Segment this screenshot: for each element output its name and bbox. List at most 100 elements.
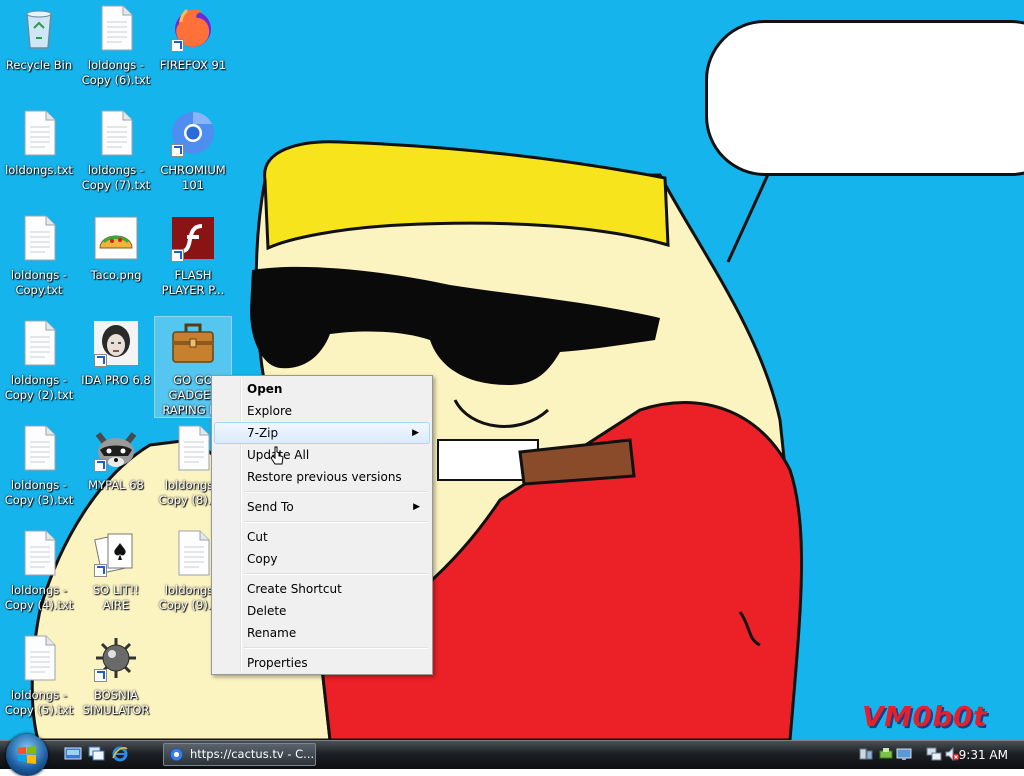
desktop-icon-label: loldongs - Copy (6).txt (81, 58, 151, 87)
desktop-icon[interactable]: FLASH PLAYER P... (155, 212, 231, 312)
menu-item-open[interactable]: Open (214, 378, 430, 400)
safely-remove-icon[interactable] (878, 746, 894, 762)
desktop-icon-label: FLASH PLAYER P... (161, 268, 225, 297)
start-button[interactable] (6, 734, 48, 776)
text-file-icon (169, 529, 217, 577)
menu-item-label: Delete (247, 604, 287, 618)
mouse-cursor-icon (270, 446, 284, 465)
desktop-icon-label: loldongs - Copy (3).txt (4, 478, 74, 507)
solitaire-cards-icon (92, 529, 140, 577)
flash-player-icon (169, 214, 217, 262)
desktop-icon[interactable]: loldongs - Copy (5).txt (1, 632, 77, 732)
chromium-icon (169, 109, 217, 157)
signature-text: VM0b0t (862, 700, 987, 733)
taco-image-icon (92, 214, 140, 262)
menu-item-label: Open (247, 382, 283, 396)
menu-item-copy[interactable]: Copy (214, 548, 430, 570)
menu-separator (214, 488, 430, 496)
text-file-icon (169, 424, 217, 472)
text-file-icon (15, 529, 63, 577)
menu-item-label: Create Shortcut (247, 582, 342, 596)
menu-item-send-to[interactable]: Send To ▶ (214, 496, 430, 518)
desktop-icon[interactable]: loldongs - Copy (7).txt (78, 107, 154, 207)
submenu-arrow-icon: ▶ (412, 428, 419, 438)
windows-logo-icon (18, 746, 36, 764)
desktop-icon-label: SO LIT!! AIRE (92, 583, 140, 612)
shortcut-arrow-icon (94, 669, 107, 682)
firefox-icon (169, 4, 217, 52)
shortcut-arrow-icon (94, 354, 107, 367)
desktop-icon[interactable]: loldongs - Copy (6).txt (78, 2, 154, 102)
menu-item-label: Rename (247, 626, 297, 640)
menu-separator (214, 570, 430, 578)
desktop-icon-label: MYPAL 68 (88, 478, 144, 492)
desktop-icon-label: loldongs - Copy (7).txt (81, 163, 151, 192)
desktop-icon-label: IDA PRO 6.8 (81, 373, 151, 387)
menu-item-properties[interactable]: Properties (214, 652, 430, 674)
desktop-icon[interactable]: SO LIT!! AIRE (78, 527, 154, 627)
internet-explorer-icon[interactable] (111, 746, 129, 762)
desktop-icon[interactable]: Taco.png (78, 212, 154, 312)
text-file-icon (92, 4, 140, 52)
menu-item-label: Send To (247, 500, 294, 514)
shortcut-arrow-icon (94, 564, 107, 577)
desktop-icon[interactable]: loldongs - Copy.txt (1, 212, 77, 312)
desktop-icon-label: CHROMIUM 101 (160, 163, 226, 192)
menu-item-label: Cut (247, 530, 268, 544)
text-file-icon (15, 214, 63, 262)
desktop-icon-label: BOSNIA SIMULATOR (82, 688, 150, 717)
desktop-icon-label: loldongs - Copy (2).txt (4, 373, 74, 402)
raccoon-icon (92, 424, 140, 472)
desktop-icon-label: loldongs - Copy (5).txt (4, 688, 74, 717)
desktop-icon[interactable]: loldongs - Copy (4).txt (1, 527, 77, 627)
shortcut-arrow-icon (171, 144, 184, 157)
shortcut-arrow-icon (94, 459, 107, 472)
desktop-icon[interactable]: loldongs.txt (1, 107, 77, 207)
menu-separator (214, 518, 430, 526)
chromium-icon (170, 748, 183, 761)
taskbar: https://cactus.tv - C... 9:31 AM (0, 734, 1024, 776)
text-file-icon (15, 634, 63, 682)
desktop-icon[interactable]: IDA PRO 6.8 (78, 317, 154, 417)
text-file-icon (15, 319, 63, 367)
desktop-icon-label: loldongs.txt (5, 163, 73, 177)
network-icon[interactable] (858, 746, 874, 762)
display-icon[interactable] (896, 746, 912, 762)
menu-item-7-zip[interactable]: 7-Zip ▶ (214, 422, 430, 444)
desktop-icon-label: loldongs - Copy (4).txt (4, 583, 74, 612)
desktop-icon[interactable]: MYPAL 68 (78, 422, 154, 522)
menu-item-label: 7-Zip (247, 426, 279, 440)
desktop-icon-label: Recycle Bin (5, 58, 73, 72)
text-file-icon (15, 424, 63, 472)
taskbar-button-browser[interactable]: https://cactus.tv - C... (163, 743, 316, 766)
show-desktop-icon[interactable] (64, 746, 82, 762)
menu-item-label: Copy (247, 552, 278, 566)
network-connection-icon[interactable] (926, 746, 942, 762)
desktop-icon[interactable]: CHROMIUM 101 (155, 107, 231, 207)
switch-windows-icon[interactable] (88, 746, 106, 762)
menu-separator (214, 644, 430, 652)
menu-item-explore[interactable]: Explore (214, 400, 430, 422)
menu-item-restore-previous-versions[interactable]: Restore previous versions (214, 466, 430, 488)
menu-item-create-shortcut[interactable]: Create Shortcut (214, 578, 430, 600)
menu-item-cut[interactable]: Cut (214, 526, 430, 548)
menu-item-rename[interactable]: Rename (214, 622, 430, 644)
menu-item-update-all[interactable]: Update All (214, 444, 430, 466)
clock[interactable]: 9:31 AM (959, 748, 1008, 762)
desktop-icon[interactable]: FIREFOX 91 (155, 2, 231, 102)
desktop-icon[interactable]: loldongs - Copy (2).txt (1, 317, 77, 417)
desktop-icon-label: Taco.png (90, 268, 142, 282)
desktop-icon[interactable]: BOSNIA SIMULATOR (78, 632, 154, 732)
briefcase-icon (169, 319, 217, 367)
text-file-icon (15, 109, 63, 157)
context-menu[interactable]: Open Explore 7-Zip ▶ Update All Restore previ… (211, 375, 433, 675)
desktop-icon[interactable]: loldongs - Copy (3).txt (1, 422, 77, 522)
volume-muted-icon[interactable] (944, 746, 960, 762)
desktop-icon[interactable]: Recycle Bin (1, 2, 77, 102)
shortcut-arrow-icon (171, 39, 184, 52)
submenu-arrow-icon: ▶ (413, 502, 420, 512)
desktop[interactable]: Recycle Bin loldongs - Copy (6).txt FIREFO… (0, 0, 1024, 740)
shortcut-arrow-icon (171, 249, 184, 262)
mine-icon (92, 634, 140, 682)
menu-item-delete[interactable]: Delete (214, 600, 430, 622)
